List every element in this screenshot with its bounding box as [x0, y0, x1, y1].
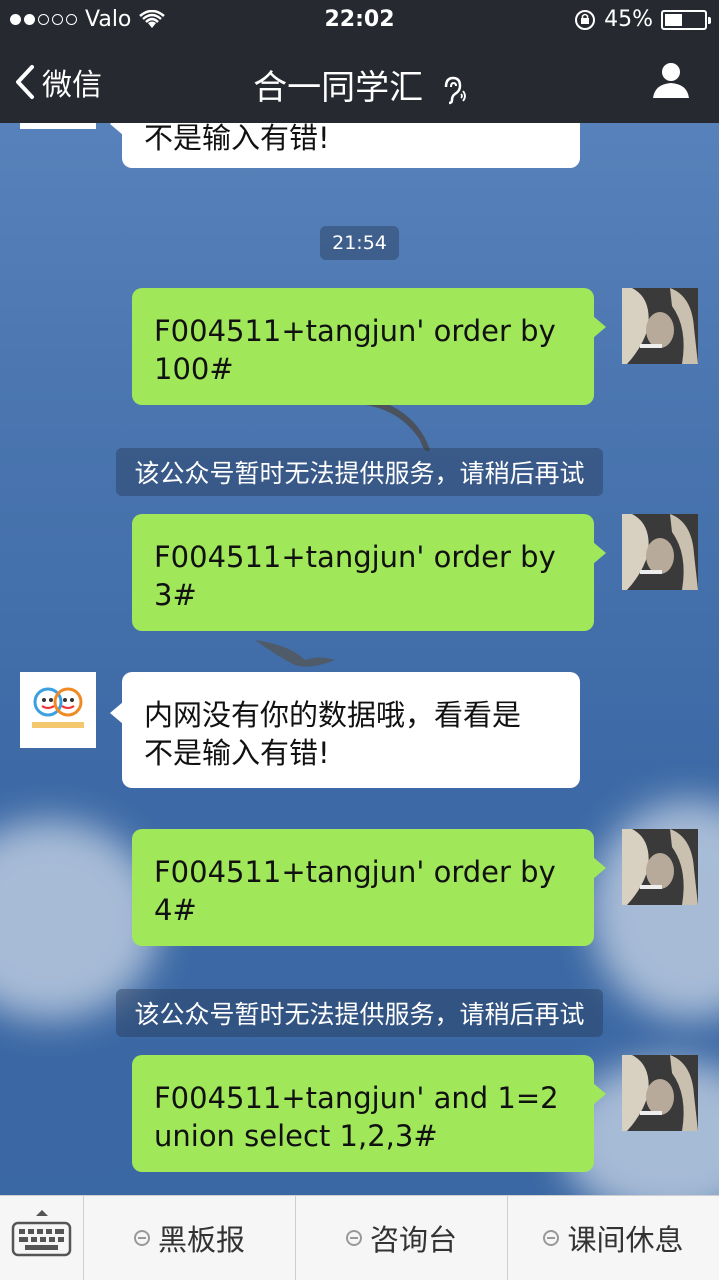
- user-photo: [622, 514, 698, 590]
- message-bubble[interactable]: 内网没有你的数据哦，看看是 不是输入有错!: [110, 672, 580, 788]
- message-text-line: F004511+tangjun' order by: [154, 314, 556, 348]
- battery-icon: [661, 9, 711, 30]
- menu-item-label: 黑板报: [157, 1223, 245, 1257]
- person-icon: [653, 63, 689, 98]
- profile-button[interactable]: [651, 60, 691, 104]
- timestamp-text: 21:54: [320, 226, 399, 260]
- keyboard-icon: [11, 1210, 72, 1257]
- menu-indicator-icon: [543, 1230, 560, 1246]
- message-bubble[interactable]: F004511+tangjun' order by 3#: [132, 514, 606, 631]
- chat-area[interactable]: 不是输入有错! 21:54 F004511+tangjun' order by …: [0, 123, 719, 1195]
- navigation-bar: 微信 合一同学汇: [0, 40, 719, 123]
- ear-icon: [444, 76, 466, 104]
- system-notice: 该公众号暂时无法提供服务，请稍后再试: [0, 448, 719, 496]
- message-text-line: union select 1,2,3#: [154, 1119, 438, 1153]
- menu-item-consult[interactable]: 咨询台: [296, 1196, 508, 1280]
- page-title: 合一同学汇: [0, 60, 719, 109]
- menu-item-label: 咨询台: [369, 1223, 457, 1257]
- message-text-line: 4#: [154, 893, 197, 927]
- menu-indicator-icon: [133, 1230, 150, 1246]
- chat-title: 合一同学汇: [253, 68, 424, 108]
- user-photo: [622, 829, 698, 905]
- system-notice: 该公众号暂时无法提供服务，请稍后再试: [0, 989, 719, 1037]
- message-text-line: F004511+tangjun' order by: [154, 855, 556, 889]
- bot-avatar[interactable]: [20, 672, 96, 748]
- rotation-lock-icon: [575, 9, 596, 30]
- message-text-line: 100#: [154, 352, 234, 386]
- menu-indicator-icon: [345, 1230, 362, 1246]
- menu-item-blackboard[interactable]: 黑板报: [84, 1196, 296, 1280]
- battery-percent: 45%: [604, 7, 653, 32]
- user-avatar[interactable]: [622, 829, 698, 905]
- message-bubble[interactable]: F004511+tangjun' and 1=2 union select 1,…: [132, 1055, 606, 1172]
- message-text-line: F004511+tangjun' order by: [154, 540, 556, 574]
- battery-fill: [665, 13, 683, 26]
- message-bubble[interactable]: F004511+tangjun' order by 4#: [132, 829, 606, 946]
- message-text-line: 不是输入有错!: [144, 736, 330, 770]
- system-notice-text: 该公众号暂时无法提供服务，请稍后再试: [116, 989, 603, 1037]
- keyboard-toggle-button[interactable]: [0, 1196, 84, 1280]
- timestamp: 21:54: [0, 226, 719, 260]
- menu-item-break[interactable]: 课间休息: [508, 1196, 719, 1280]
- message-text-line: 3#: [154, 578, 197, 612]
- message-bubble[interactable]: 不是输入有错!: [110, 123, 580, 168]
- user-avatar[interactable]: [622, 514, 698, 590]
- message-text-line: 内网没有你的数据哦，看看是: [144, 698, 522, 732]
- custom-menu-bar: 黑板报 咨询台 课间休息: [0, 1195, 719, 1280]
- user-avatar[interactable]: [622, 1055, 698, 1131]
- bot-avatar[interactable]: [20, 123, 96, 129]
- user-avatar[interactable]: [622, 288, 698, 364]
- status-bar: Valo 22:02 45%: [0, 0, 719, 40]
- message-text-line: F004511+tangjun' and 1=2: [154, 1081, 559, 1115]
- message-bubble[interactable]: F004511+tangjun' order by 100#: [132, 288, 606, 405]
- user-photo: [622, 1055, 698, 1131]
- system-notice-text: 该公众号暂时无法提供服务，请稍后再试: [116, 448, 603, 496]
- bot-logo: [20, 672, 96, 748]
- menu-item-label: 课间休息: [567, 1223, 684, 1257]
- user-photo: [622, 288, 698, 364]
- message-text: 不是输入有错!: [144, 123, 330, 155]
